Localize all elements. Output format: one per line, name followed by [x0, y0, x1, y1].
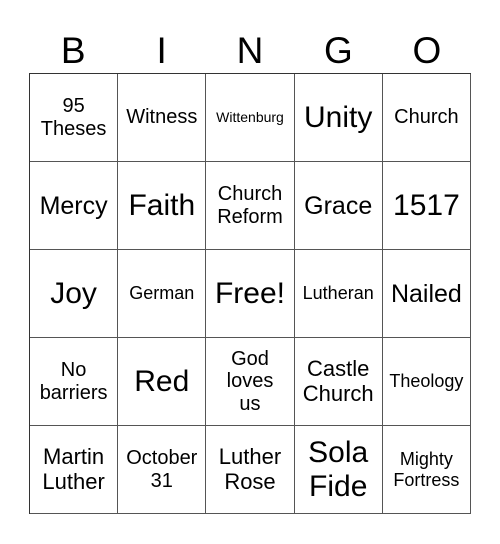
header-letter-b: B: [60, 30, 86, 71]
cell-text: Martin Luther: [42, 443, 105, 494]
cell-text: Wittenburg: [216, 108, 284, 125]
bingo-cell[interactable]: Church: [382, 74, 471, 162]
bingo-cell[interactable]: Nailed: [382, 250, 471, 338]
bingo-cell[interactable]: God loves us: [206, 338, 295, 426]
cell-text: Witness: [126, 106, 198, 129]
header-letter-n: N: [236, 30, 264, 71]
bingo-cell[interactable]: Castle Church: [294, 338, 383, 426]
cell-text: Mighty Fortress: [393, 449, 460, 490]
header-letter-g: G: [324, 30, 353, 71]
bingo-cell[interactable]: October 31: [118, 426, 207, 514]
cell-text: Unity: [304, 100, 373, 134]
bingo-cell[interactable]: German: [118, 250, 207, 338]
header-letter-o: O: [412, 30, 442, 71]
bingo-cell[interactable]: Grace: [294, 162, 383, 250]
bingo-cell[interactable]: 95 Theses: [30, 74, 119, 162]
bingo-cell[interactable]: 1517: [382, 162, 471, 250]
cell-text: Mercy: [39, 191, 108, 220]
cell-text: Red: [134, 364, 190, 398]
bingo-cell[interactable]: No barriers: [30, 338, 119, 426]
bingo-cell[interactable]: Lutheran: [294, 250, 383, 338]
bingo-cell[interactable]: Faith: [118, 162, 207, 250]
cell-text: Theology: [389, 371, 464, 392]
bingo-cell[interactable]: Martin Luther: [30, 426, 119, 514]
bingo-cell[interactable]: Witness: [118, 74, 207, 162]
cell-text: Grace: [304, 191, 373, 220]
cell-text: Nailed: [390, 279, 462, 308]
cell-text: Luther Rose: [218, 443, 282, 494]
bingo-cell[interactable]: Wittenburg: [206, 74, 295, 162]
bingo-header: B I N G O: [29, 28, 471, 73]
cell-text: October 31: [126, 447, 198, 492]
header-letter-i: I: [156, 30, 167, 71]
bingo-cell[interactable]: Mercy: [30, 162, 119, 250]
cell-text: Free!: [214, 276, 285, 310]
cell-text: Joy: [50, 276, 97, 310]
cell-text: Church: [394, 106, 459, 129]
cell-text: German: [129, 283, 195, 304]
bingo-grid: 95 Theses Witness Wittenburg Unity Churc…: [29, 73, 471, 514]
cell-text: 95 Theses: [40, 95, 107, 140]
bingo-cell[interactable]: Theology: [382, 338, 471, 426]
bingo-cell[interactable]: Mighty Fortress: [382, 426, 471, 514]
cell-text: Faith: [128, 188, 196, 222]
cell-text: Lutheran: [302, 283, 374, 304]
cell-text: No barriers: [39, 359, 108, 404]
bingo-cell free-space[interactable]: Free!: [206, 250, 295, 338]
cell-text: 1517: [393, 188, 460, 222]
bingo-cell[interactable]: Red: [118, 338, 207, 426]
bingo-cell[interactable]: Unity: [294, 74, 383, 162]
cell-text: Castle Church: [302, 355, 374, 406]
bingo-cell[interactable]: Sola Fide: [294, 426, 383, 514]
cell-text: Sola Fide: [308, 435, 369, 503]
bingo-cell[interactable]: Joy: [30, 250, 119, 338]
bingo-cell[interactable]: Luther Rose: [206, 426, 295, 514]
cell-text: God loves us: [226, 347, 274, 415]
cell-text: Church Reform: [217, 183, 283, 228]
bingo-cell[interactable]: Church Reform: [206, 162, 295, 250]
